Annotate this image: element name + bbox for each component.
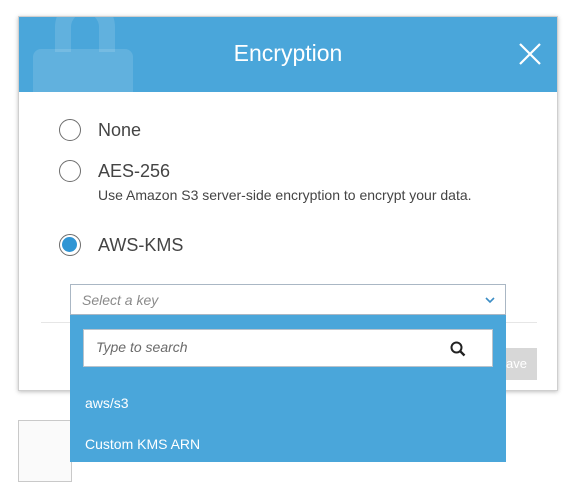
modal-header: Encryption [19, 17, 557, 92]
search-icon [450, 341, 466, 357]
option-aes256[interactable]: AES-256 [59, 160, 170, 182]
dropdown-item-custom-kms-arn[interactable]: Custom KMS ARN [85, 436, 200, 452]
search-placeholder: Type to search [96, 339, 188, 355]
search-input[interactable]: Type to search [83, 329, 493, 367]
key-dropdown: Type to search aws/s3 Custom KMS ARN [70, 315, 506, 462]
radio-aws-kms[interactable] [59, 234, 81, 256]
radio-aes256[interactable] [59, 160, 81, 182]
chevron-down-icon [485, 297, 495, 304]
option-none[interactable]: None [59, 119, 141, 141]
close-icon[interactable] [518, 42, 542, 66]
option-label: None [98, 119, 142, 140]
option-label: AES-256 [98, 160, 171, 181]
dropdown-item-aws-s3[interactable]: aws/s3 [85, 395, 129, 411]
option-aws-kms[interactable]: AWS-KMS [59, 234, 183, 256]
radio-none[interactable] [59, 119, 81, 141]
modal-title: Encryption [233, 40, 343, 66]
option-label: AWS-KMS [98, 234, 184, 255]
key-select[interactable]: Select a key [70, 284, 506, 315]
background-panel [18, 420, 72, 482]
key-select-placeholder: Select a key [82, 292, 159, 308]
option-description: Use Amazon S3 server-side encryption to … [98, 187, 472, 203]
